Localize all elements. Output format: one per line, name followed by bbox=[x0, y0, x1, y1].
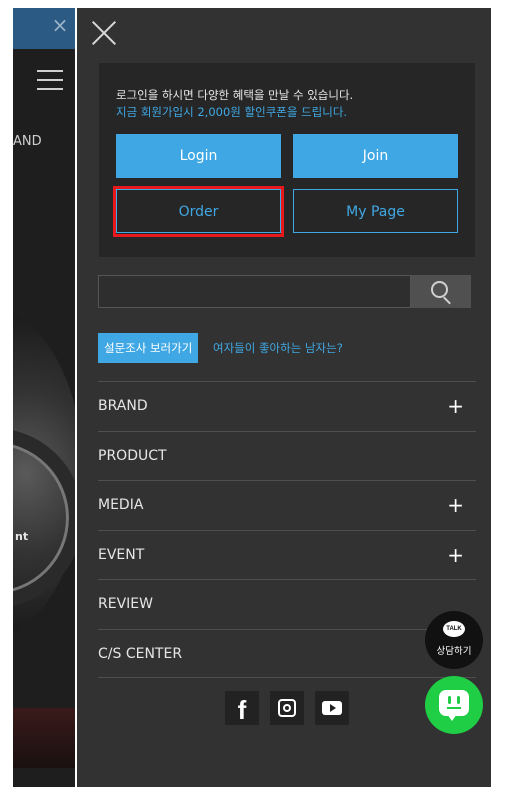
chat-button[interactable] bbox=[425, 676, 483, 734]
survey-tag-button[interactable]: 설문조사 보러가기 bbox=[98, 333, 199, 363]
main-nav: BRAND + PRODUCT MEDIA + EVENT + REVIEW C… bbox=[98, 381, 476, 678]
talk-bubble-icon: TALK bbox=[443, 621, 465, 637]
plus-icon[interactable]: + bbox=[447, 531, 464, 580]
join-button[interactable]: Join bbox=[293, 134, 458, 178]
mypage-button[interactable]: My Page bbox=[293, 189, 458, 233]
plus-icon[interactable]: + bbox=[447, 481, 464, 530]
login-message: 로그인을 하시면 다양한 혜택을 만날 수 있습니다. bbox=[116, 88, 354, 102]
nav-item-label: C/S CENTER bbox=[98, 645, 183, 662]
survey-link[interactable]: 여자들이 좋아하는 남자는? bbox=[213, 333, 343, 363]
login-box: 로그인을 하시면 다양한 혜택을 만날 수 있습니다. 지금 회원가입시 2,0… bbox=[99, 63, 475, 257]
signup-coupon-message: 지금 회원가입시 2,000원 할인쿠폰을 드립니다. bbox=[116, 105, 348, 119]
side-menu-panel: 로그인을 하시면 다양한 혜택을 만날 수 있습니다. 지금 회원가입시 2,0… bbox=[75, 8, 491, 787]
nav-item-label: EVENT bbox=[98, 546, 145, 563]
search-input[interactable] bbox=[98, 275, 411, 308]
nav-item-media[interactable]: MEDIA + bbox=[98, 480, 476, 530]
background-page: × AND nt bbox=[13, 8, 75, 787]
background-close-icon: × bbox=[51, 13, 69, 37]
nav-item-label: REVIEW bbox=[98, 596, 153, 612]
nav-item-event[interactable]: EVENT + bbox=[98, 529, 476, 580]
search-button[interactable] bbox=[411, 275, 471, 308]
kakao-talk-consult-button[interactable]: TALK 상담하기 bbox=[425, 611, 483, 669]
background-brand-text: AND bbox=[13, 134, 42, 149]
nav-item-brand[interactable]: BRAND + bbox=[98, 381, 476, 431]
background-strap bbox=[13, 708, 75, 768]
hamburger-icon bbox=[37, 70, 63, 90]
facebook-icon[interactable]: f bbox=[225, 691, 259, 725]
login-button[interactable]: Login bbox=[116, 134, 281, 178]
nav-item-label: MEDIA bbox=[98, 497, 144, 513]
nav-item-cs-center[interactable]: C/S CENTER bbox=[98, 628, 476, 678]
order-button[interactable]: Order bbox=[116, 189, 281, 233]
nav-item-product[interactable]: PRODUCT bbox=[98, 430, 476, 481]
talk-consult-label: 상담하기 bbox=[436, 646, 472, 657]
search-icon bbox=[431, 281, 448, 298]
chat-icon bbox=[439, 690, 469, 721]
close-menu-button[interactable] bbox=[91, 20, 117, 46]
nav-item-review[interactable]: REVIEW bbox=[98, 579, 476, 629]
background-topbar: × bbox=[13, 8, 75, 49]
plus-icon[interactable]: + bbox=[447, 382, 464, 431]
youtube-icon[interactable] bbox=[315, 691, 349, 725]
instagram-icon[interactable] bbox=[270, 691, 304, 725]
nav-item-label: PRODUCT bbox=[98, 447, 167, 464]
background-watch-text: nt bbox=[15, 530, 29, 543]
nav-item-label: BRAND bbox=[98, 398, 148, 414]
